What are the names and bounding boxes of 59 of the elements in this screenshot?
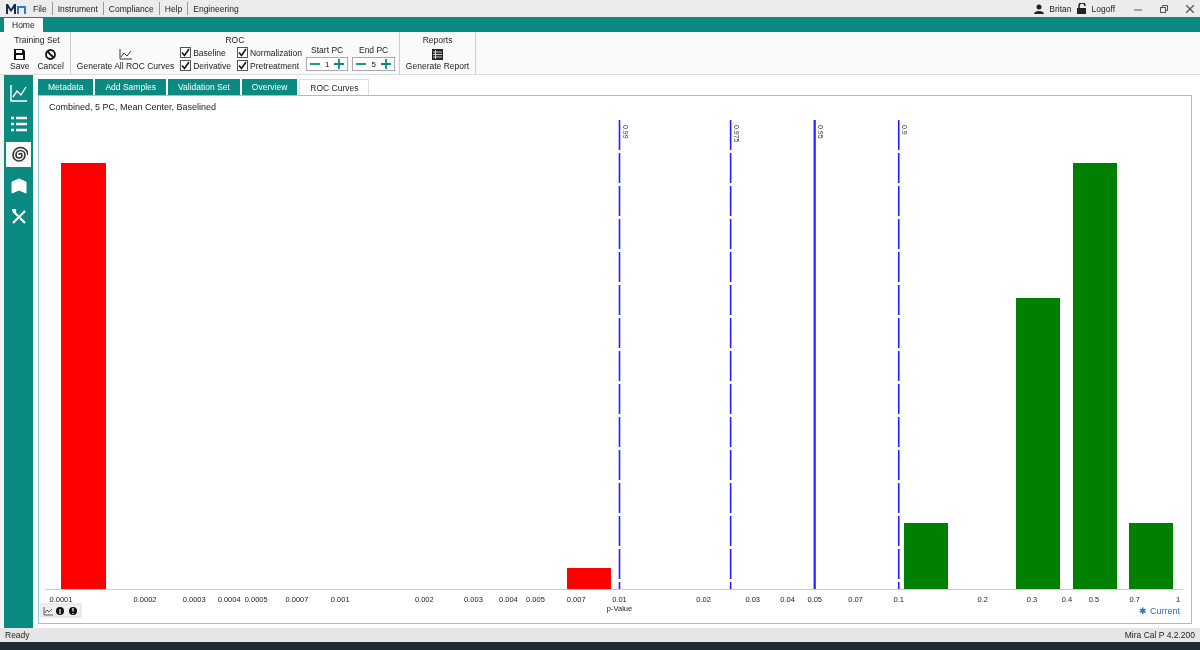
save-icon	[14, 49, 26, 60]
number-spinner[interactable]: 1	[305, 57, 349, 71]
legend-entry: ✱ Current	[1139, 606, 1180, 616]
checkbox[interactable]: Derivative	[180, 60, 231, 71]
report-icon	[432, 49, 443, 60]
plus-icon[interactable]	[334, 59, 345, 69]
ribbon-button[interactable]: Cancel	[35, 49, 66, 71]
user-icon	[1034, 3, 1045, 14]
tools-icon	[9, 207, 28, 226]
checkbox-box[interactable]	[180, 60, 192, 71]
menu-item[interactable]: Engineering	[192, 3, 240, 14]
content-tab[interactable]: Metadata	[38, 79, 94, 95]
ribbon-button[interactable]: Save	[8, 49, 32, 71]
unlocked-padlock-icon	[1076, 3, 1087, 14]
group-title: ROC	[225, 35, 245, 45]
group-title: Training Set	[14, 35, 60, 45]
user-name: Britan	[1048, 3, 1073, 14]
generate-curves-button[interactable]: Generate All ROC Curves	[74, 49, 177, 71]
restore-icon[interactable]	[1160, 4, 1168, 13]
menu-item[interactable]: File	[32, 3, 48, 14]
plus-icon[interactable]	[380, 59, 391, 69]
cancel-icon	[45, 49, 57, 60]
version-text: Mira Cal P 4.2.200	[1124, 630, 1195, 640]
menu-item[interactable]: Instrument	[56, 3, 99, 14]
logoff-link[interactable]: Logoff	[1090, 3, 1116, 14]
line-chart-icon	[9, 83, 28, 102]
menu-item[interactable]: Help	[163, 3, 184, 14]
generate-report-button[interactable]: Generate Report	[403, 49, 472, 71]
checkbox-box[interactable]	[180, 47, 192, 58]
spinner-label: End PC	[358, 45, 389, 55]
close-icon[interactable]	[1186, 4, 1194, 13]
line-chart-icon	[119, 49, 132, 60]
menu-item[interactable]: Compliance	[107, 3, 155, 14]
checkbox-box[interactable]	[236, 60, 248, 71]
book-icon	[9, 176, 28, 195]
chart-title: Combined, 5 PC, Mean Center, Baselined	[48, 101, 218, 114]
content-tab[interactable]: ROC Curves	[299, 79, 370, 95]
checkbox[interactable]: Normalization	[236, 47, 302, 58]
sidebar-item[interactable]	[6, 142, 31, 167]
spinner-label: Start PC	[311, 45, 344, 55]
list-icon	[9, 114, 28, 133]
alert-icon[interactable]	[69, 607, 77, 615]
content-tab[interactable]: Overview	[241, 79, 298, 95]
number-spinner[interactable]: 5	[352, 57, 395, 71]
group-title: Reports	[422, 35, 453, 45]
content-tab[interactable]: Add Samples	[95, 79, 166, 95]
histogram-bar	[904, 523, 948, 589]
content-tab[interactable]: Validation Set	[168, 79, 240, 95]
histogram-bar	[567, 568, 611, 589]
histogram-bar	[1129, 523, 1173, 589]
info-icon[interactable]	[56, 607, 64, 615]
status-text: Ready	[5, 630, 30, 640]
logo-icon	[6, 3, 26, 14]
checkbox[interactable]: Baseline	[180, 47, 231, 58]
checkbox[interactable]: Pretreatment	[236, 60, 302, 71]
spiral-icon	[9, 145, 28, 164]
ribbon-tab[interactable]: Home	[4, 18, 43, 32]
line-chart-icon[interactable]	[43, 606, 54, 616]
checkbox-box[interactable]	[236, 47, 248, 58]
